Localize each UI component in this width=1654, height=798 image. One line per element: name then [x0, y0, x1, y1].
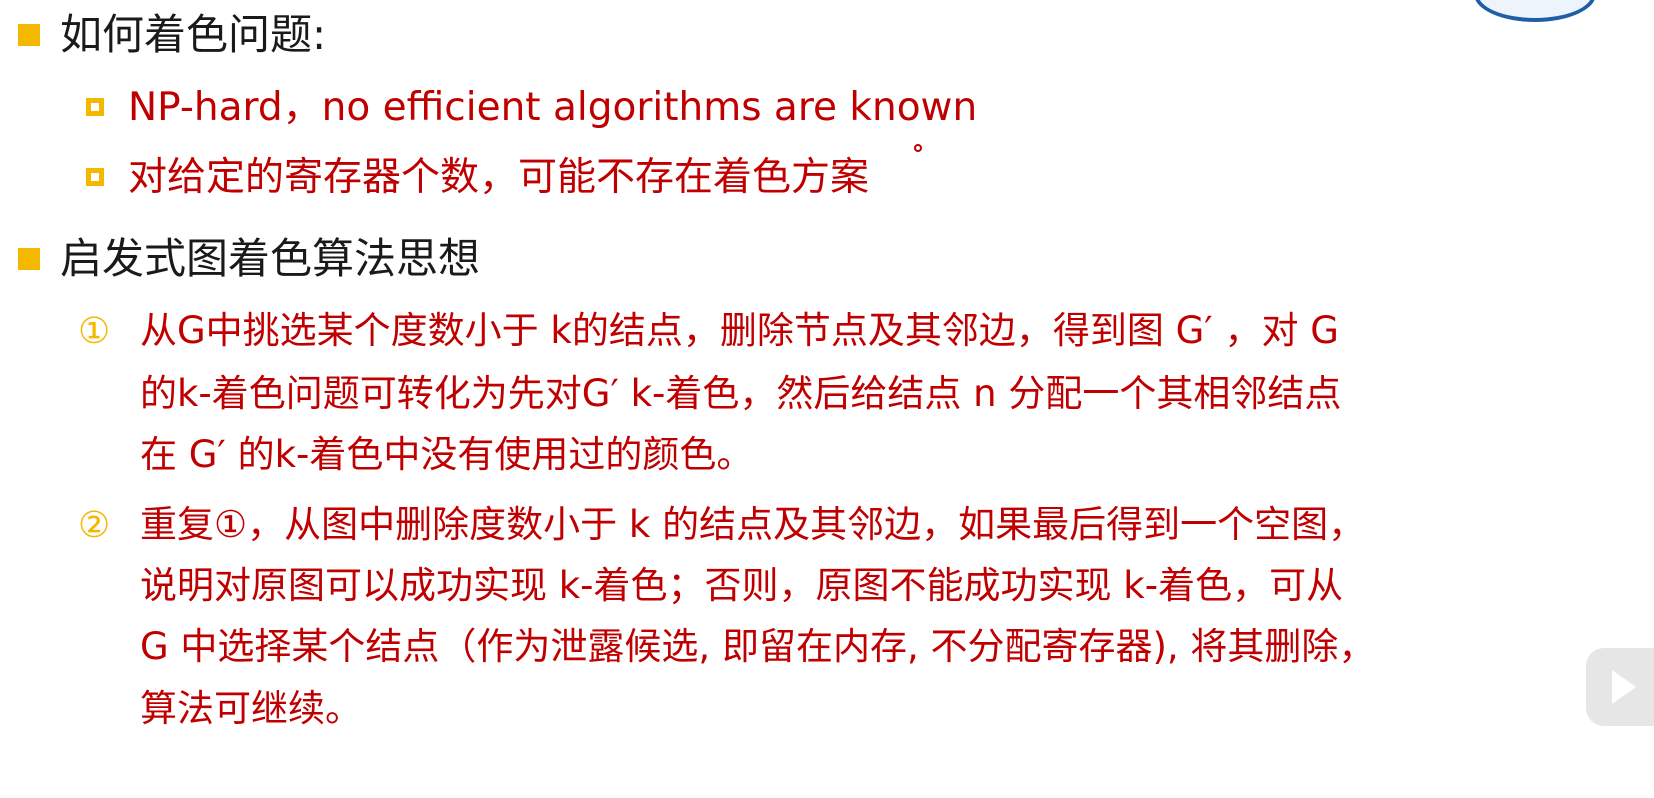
laser-pointer-dot: [914, 144, 922, 152]
step-1-marker: ①: [78, 311, 111, 352]
section1-heading: 如何着色问题:: [60, 10, 327, 59]
play-icon[interactable]: [1586, 648, 1654, 726]
step-2-line-3: G 中选择某个结点（作为泄露候选, 即留在内存, 不分配寄存器), 将其删除，: [140, 625, 1376, 668]
section2-heading: 启发式图着色算法思想: [60, 234, 481, 283]
section1-item-2: 对给定的寄存器个数，可能不存在着色方案: [128, 155, 870, 200]
hollow-square-icon: [86, 98, 104, 116]
step-2-line-2: 说明对原图可以成功实现 k-着色；否则，原图不能成功实现 k-着色，可从: [140, 564, 1344, 607]
university-seal-icon: [1474, 0, 1596, 22]
step-2-line-1: 重复①，从图中删除度数小于 k 的结点及其邻边，如果最后得到一个空图，: [140, 503, 1366, 546]
step-2-line-4: 算法可继续。: [140, 687, 362, 730]
hollow-square-icon: [86, 168, 104, 186]
step-1-line-2: 的k-着色问题可转化为先对G′ k-着色，然后给结点 n 分配一个其相邻结点: [140, 372, 1342, 415]
step-1-line-1: 从G中挑选某个度数小于 k的结点，删除节点及其邻边，得到图 G′ ，对 G: [140, 309, 1339, 352]
bullet-square-icon: [18, 24, 40, 46]
section1-item-1: NP-hard，no efficient algorithms are know…: [128, 85, 978, 130]
step-1-line-3: 在 G′ 的k-着色中没有使用过的颜色。: [140, 433, 754, 476]
step-2-marker: ②: [78, 505, 111, 546]
bullet-square-icon: [18, 248, 40, 270]
